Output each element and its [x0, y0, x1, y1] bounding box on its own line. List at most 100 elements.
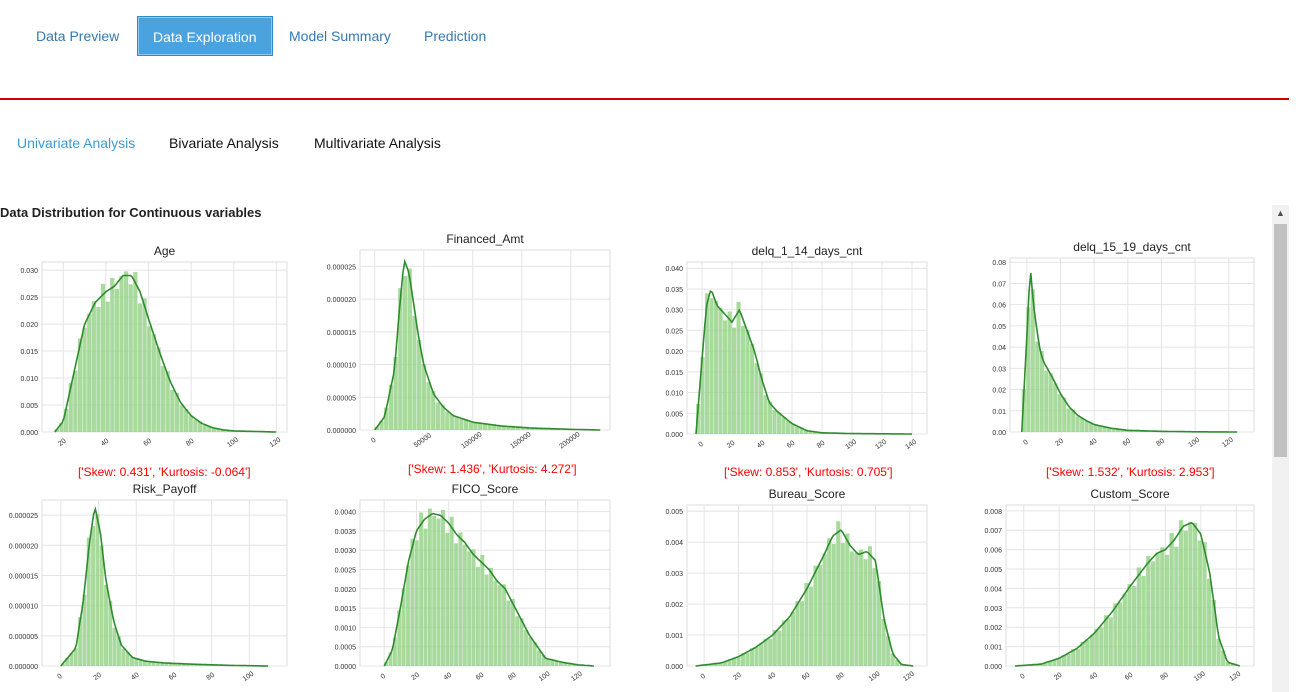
histogram-bar: [480, 554, 485, 666]
histogram-bar: [510, 598, 515, 666]
x-tick-label: 80: [206, 672, 216, 682]
histogram-bar: [768, 638, 773, 666]
x-tick-label: 20: [410, 672, 420, 682]
y-tick-label: 0.0035: [335, 529, 357, 536]
y-tick-label: 0.002: [665, 602, 683, 609]
histogram-bar: [759, 643, 764, 666]
histogram-bar: [1178, 520, 1184, 666]
scroll-up-icon[interactable]: ▲: [1272, 205, 1289, 222]
section-title: Data Distribution for Continuous variabl…: [0, 205, 262, 220]
y-tick-label: 0.000010: [9, 604, 38, 611]
histogram-bar: [736, 657, 741, 666]
y-tick-label: 0.000005: [327, 395, 356, 402]
scrollbar-thumb[interactable]: [1274, 224, 1287, 457]
histogram-bar: [82, 327, 87, 432]
x-tick-label: 100: [1187, 436, 1201, 448]
histogram-bar: [741, 326, 746, 434]
x-tick-label: 40: [767, 672, 777, 682]
histogram-bar: [537, 650, 542, 666]
x-tick-label: 80: [816, 440, 826, 450]
nav-divider: [0, 98, 1289, 100]
histogram-bar: [1174, 546, 1179, 666]
histogram-bar: [458, 532, 463, 666]
histogram-bar: [445, 411, 450, 430]
histogram-bar: [104, 584, 108, 666]
histogram-bar: [1169, 533, 1174, 666]
histogram-bar: [170, 389, 175, 432]
histogram-bar: [1160, 547, 1165, 666]
tab-prediction[interactable]: Prediction: [409, 16, 501, 56]
histogram-bar: [193, 419, 198, 432]
histogram-bar: [142, 661, 147, 666]
histogram-bar: [845, 533, 850, 666]
histogram-bar: [831, 543, 836, 666]
histogram-bar: [854, 552, 859, 666]
histogram-bar: [872, 568, 877, 666]
histogram-bar: [91, 301, 96, 432]
y-tick-label: 0.000025: [327, 264, 356, 271]
histogram-bar: [1085, 640, 1090, 666]
y-tick-label: 0.04: [992, 345, 1006, 352]
y-tick-label: 0.015: [665, 370, 683, 377]
histogram-bar: [160, 366, 166, 432]
histogram-bar: [750, 343, 755, 434]
subtab-multivariate-analysis[interactable]: Multivariate Analysis: [314, 132, 441, 154]
tab-data-exploration[interactable]: Data Exploration: [137, 16, 273, 56]
histogram-bar: [858, 549, 863, 666]
chart-title: delq_15_19_days_cnt: [1073, 240, 1191, 254]
subtab-bivariate-analysis[interactable]: Bivariate Analysis: [169, 132, 279, 154]
histogram-bar: [91, 526, 95, 666]
x-tick-label: 0: [698, 441, 705, 449]
histogram-bar: [100, 283, 106, 432]
y-tick-label: 0.000: [665, 664, 683, 671]
y-tick-label: 0.020: [20, 322, 38, 329]
tab-model-summary[interactable]: Model Summary: [274, 16, 406, 56]
histogram-bar: [1197, 540, 1202, 666]
histogram-bar: [781, 620, 786, 666]
histogram-bar: [709, 298, 714, 434]
histogram-bar: [772, 410, 777, 434]
histogram-bar: [462, 544, 467, 666]
histogram-bar: [523, 629, 528, 666]
histogram-bar: [1141, 576, 1146, 666]
y-tick-label: 0.000: [665, 432, 683, 439]
y-tick-label: 0.005: [20, 403, 38, 410]
histogram-bar: [754, 646, 759, 666]
chart-title: FICO_Score: [452, 482, 519, 496]
y-tick-label: 0.001: [984, 645, 1002, 652]
histogram-bar: [786, 619, 791, 666]
x-tick-label: 0: [370, 437, 377, 445]
histogram-bar: [863, 559, 868, 666]
histogram-bar: [1075, 416, 1080, 432]
histogram-bar: [1035, 341, 1040, 432]
histogram-bar: [799, 601, 805, 666]
histogram-bar: [416, 339, 422, 430]
x-tick-label: 20: [1053, 672, 1063, 682]
x-tick-label: 60: [1124, 672, 1134, 682]
chart-svg: Financed_Amt 0.000000 0.000005 0.000010 0.00…: [327, 232, 611, 450]
histogram-bar: [790, 611, 795, 666]
x-tick-label: 60: [1122, 438, 1132, 448]
histogram-bar: [768, 401, 773, 434]
chart-financed-amt: Financed_Amt 0.000000 0.000005 0.000010 0.00…: [318, 228, 618, 456]
histogram-bar: [449, 516, 454, 666]
vertical-scrollbar[interactable]: ▲: [1272, 205, 1289, 692]
chart-delq-1-14: delq_1_14_days_cnt 0.000 0.005 0.010 0.015 0.…: [645, 240, 935, 460]
histogram-bar: [414, 540, 419, 666]
chart-title: delq_1_14_days_cnt: [752, 244, 863, 258]
histogram-bar: [454, 416, 459, 430]
y-tick-label: 0.0015: [335, 606, 357, 613]
subtab-univariate-analysis[interactable]: Univariate Analysis: [17, 132, 135, 154]
histogram-bar: [867, 546, 873, 666]
stats-financed-amt: ['Skew: 1.436', 'Kurtosis: 4.272']: [408, 462, 577, 476]
x-tick-label: 40: [130, 672, 140, 682]
y-tick-label: 0.01: [992, 409, 1006, 416]
tab-data-preview[interactable]: Data Preview: [21, 16, 134, 56]
histogram-bar: [445, 532, 450, 666]
x-tick-label: 100: [242, 670, 256, 682]
x-tick-label: 200000: [558, 431, 581, 450]
histogram-bar: [515, 616, 520, 666]
histogram-bar: [1192, 522, 1198, 666]
x-tick-label: 50000: [413, 432, 433, 449]
y-tick-label: 0.000025: [9, 513, 38, 520]
